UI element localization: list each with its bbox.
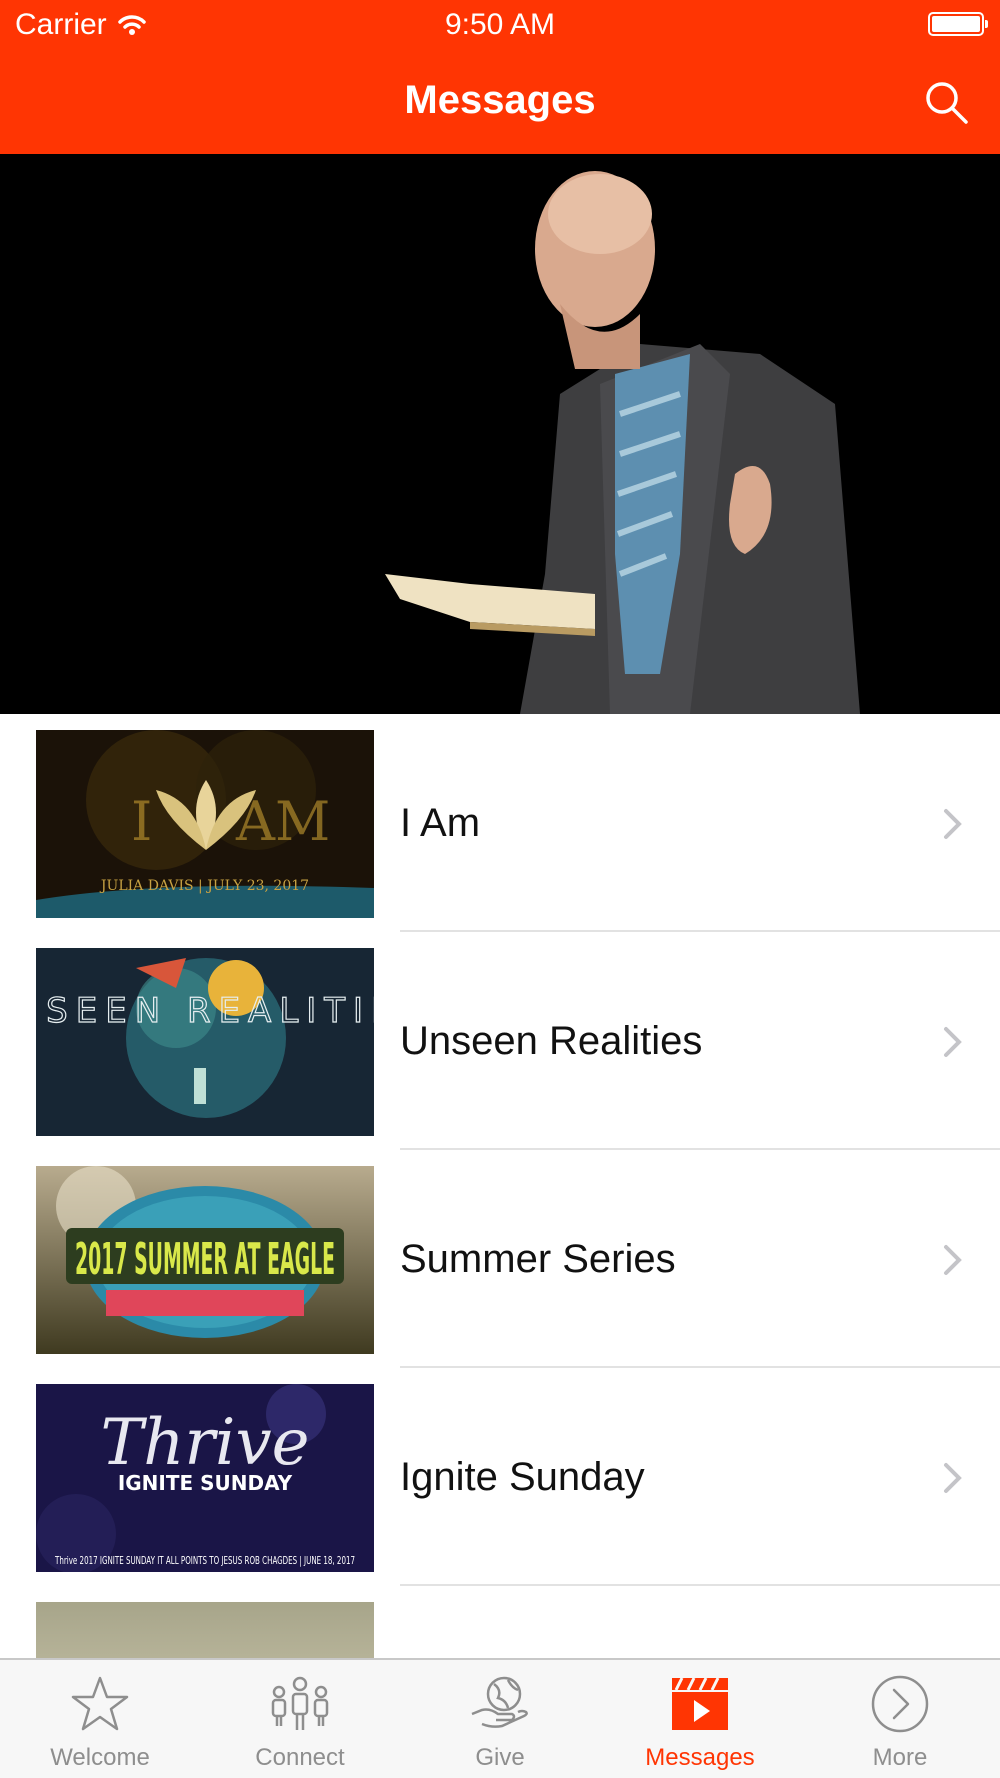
svg-text:AM: AM [235,790,330,853]
list-item[interactable] [0,1586,1000,1658]
series-thumbnail [36,1602,374,1658]
battery-icon [928,12,988,36]
top-bar: Carrier 9:50 AM Messages [0,0,1000,154]
svg-text:Thrive: Thrive [101,1406,310,1480]
svg-text:2017 SUMMER AT EAGLE: 2017 SUMMER AT EAGLE [75,1234,335,1285]
tab-label: Welcome [50,1744,150,1771]
list-item[interactable]: Thrive Thrive 2017 IGNITE SUNDAY IT ALL … [0,1368,1000,1586]
chevron-right-icon [944,1027,962,1057]
tab-messages[interactable]: Messages [600,1660,800,1778]
page-title: Messages [404,78,596,122]
series-title: I Am [400,801,481,845]
series-title: Summer Series [400,1237,676,1281]
tab-label: Connect [255,1744,345,1771]
tab-label: More [872,1744,928,1771]
tab-connect[interactable]: Connect [200,1660,400,1778]
series-thumbnail: I AM JULIA DAVIS | JULY 23, 2017 [36,730,374,918]
circle-chevron-icon [871,1675,929,1733]
series-title: Ignite Sunday [400,1455,645,1499]
chevron-right-icon [944,1245,962,1275]
svg-text:JULIA DAVIS | JULY 23, 2017: JULIA DAVIS | JULY 23, 2017 [99,878,309,894]
svg-text:IGNITE SUNDAY: IGNITE SUNDAY [118,1471,293,1495]
tab-welcome[interactable]: Welcome [0,1660,200,1778]
series-thumbnail: Thrive Thrive 2017 IGNITE SUNDAY IT ALL … [36,1384,374,1572]
messages-list: I AM JULIA DAVIS | JULY 23, 2017 I Am UN… [0,714,1000,1658]
clapperboard-play-icon [672,1677,728,1730]
list-item[interactable]: UNSEEN REALITIES Unseen Realities [0,932,1000,1150]
chevron-right-icon [944,809,962,839]
tab-bar: Welcome Connect Give Messages More [0,1658,1000,1778]
svg-text:I: I [131,790,152,853]
tab-give[interactable]: Give [400,1660,600,1778]
series-thumbnail: UNSEEN REALITIES [36,948,374,1136]
star-icon [71,1676,129,1731]
series-title: Unseen Realities [400,1019,703,1063]
chevron-right-icon [944,1463,962,1493]
tab-label: Give [475,1744,525,1771]
status-time: 9:50 AM [444,8,556,41]
svg-text:Thrive 2017 IGNITE SUNDAY IT A: Thrive 2017 IGNITE SUNDAY IT ALL POINTS … [54,1554,355,1567]
hero-image[interactable] [0,154,1000,714]
hand-globe-icon [471,1676,528,1728]
list-item[interactable]: 2017 SUMMER AT EAGLE Summer Series [0,1150,1000,1368]
people-icon [271,1676,329,1730]
tab-label: Messages [645,1744,755,1771]
tab-more[interactable]: More [800,1660,1000,1778]
speaker-photo [0,154,1000,714]
search-icon[interactable] [922,78,970,126]
svg-text:UNSEEN REALITIES: UNSEEN REALITIES [36,991,374,1031]
series-thumbnail: 2017 SUMMER AT EAGLE [36,1166,374,1354]
list-item[interactable]: I AM JULIA DAVIS | JULY 23, 2017 I Am [0,714,1000,932]
